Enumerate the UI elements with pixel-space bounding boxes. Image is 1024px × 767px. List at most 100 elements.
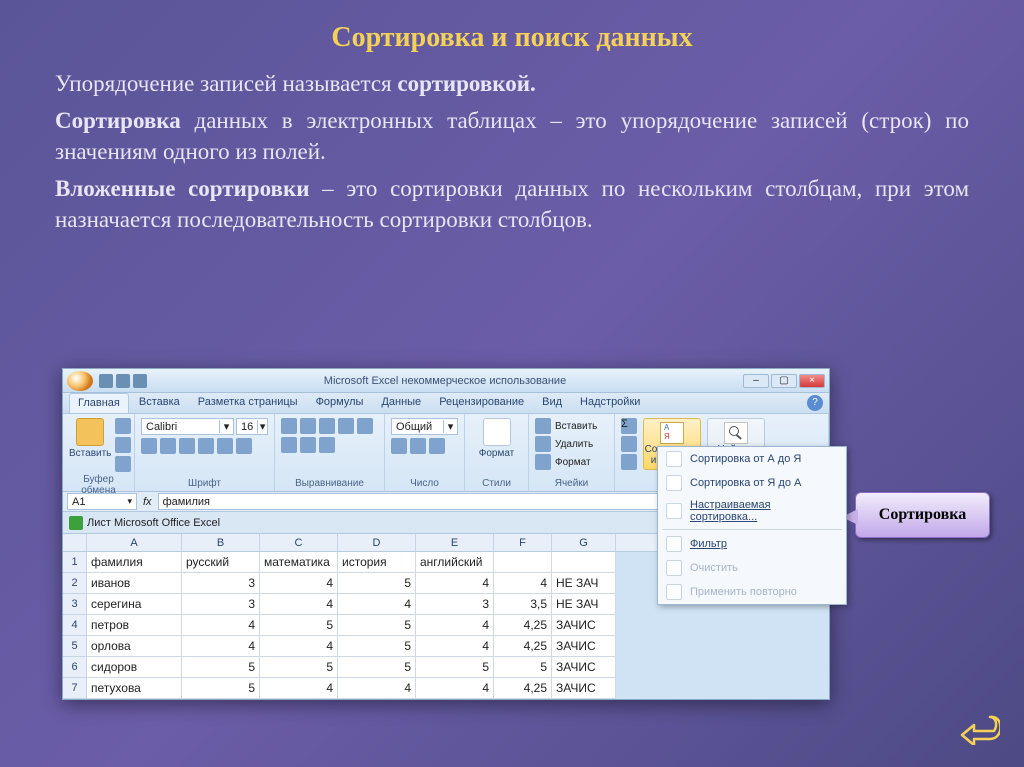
cell[interactable]: 5 (338, 573, 416, 594)
cell[interactable]: ЗАЧИС (552, 615, 616, 636)
minimize-button[interactable]: – (743, 374, 769, 388)
cell[interactable]: 4 (260, 594, 338, 615)
cell[interactable]: 4 (260, 678, 338, 699)
help-icon[interactable]: ? (807, 395, 823, 411)
cell[interactable] (494, 552, 552, 573)
cell[interactable]: орлова (87, 636, 182, 657)
save-icon[interactable] (99, 374, 113, 388)
cell[interactable]: 4 (416, 615, 494, 636)
tab-view[interactable]: Вид (534, 393, 570, 413)
cell[interactable]: 5 (260, 657, 338, 678)
return-button[interactable] (960, 711, 1000, 745)
cell[interactable]: 4 (416, 636, 494, 657)
merge-icon[interactable] (319, 437, 335, 453)
clear-icon[interactable] (621, 454, 637, 470)
col-A[interactable]: A (87, 534, 182, 551)
cell[interactable]: 3 (182, 573, 260, 594)
close-button[interactable]: × (799, 374, 825, 388)
cells-insert-button[interactable]: Вставить (535, 418, 597, 434)
menu-filter[interactable]: Фильтр (658, 532, 846, 556)
cell[interactable]: НЕ ЗАЧ (552, 594, 616, 615)
copy-icon[interactable] (115, 437, 131, 453)
cell[interactable]: 4,25 (494, 678, 552, 699)
align-middle-icon[interactable] (300, 418, 316, 434)
cell[interactable]: сидоров (87, 657, 182, 678)
menu-sort-za[interactable]: Сортировка от Я до А (658, 471, 846, 495)
cell[interactable]: математика (260, 552, 338, 573)
cell[interactable]: 4 (260, 573, 338, 594)
col-B[interactable]: B (182, 534, 260, 551)
comma-icon[interactable] (429, 438, 445, 454)
font-color-icon[interactable] (236, 438, 252, 454)
row-header[interactable]: 3 (63, 594, 87, 615)
cell[interactable]: 5 (416, 657, 494, 678)
col-D[interactable]: D (338, 534, 416, 551)
col-C[interactable]: C (260, 534, 338, 551)
align-right-icon[interactable] (300, 437, 316, 453)
cell[interactable]: 5 (182, 678, 260, 699)
fx-label[interactable]: fx (137, 496, 158, 508)
tab-insert[interactable]: Вставка (131, 393, 188, 413)
cell[interactable]: петров (87, 615, 182, 636)
cell[interactable]: 4 (494, 573, 552, 594)
cell[interactable]: русский (182, 552, 260, 573)
undo-icon[interactable] (116, 374, 130, 388)
cell[interactable] (552, 552, 616, 573)
border-icon[interactable] (198, 438, 214, 454)
autosum-icon[interactable]: Σ (621, 418, 637, 434)
align-top-icon[interactable] (281, 418, 297, 434)
align-left-icon[interactable] (357, 418, 373, 434)
cells-delete-button[interactable]: Удалить (535, 436, 593, 452)
underline-icon[interactable] (179, 438, 195, 454)
cell[interactable]: 3 (182, 594, 260, 615)
maximize-button[interactable]: ▢ (771, 374, 797, 388)
number-format-combo[interactable]: Общий▾ (391, 418, 458, 435)
col-E[interactable]: E (416, 534, 494, 551)
col-G[interactable]: G (552, 534, 616, 551)
menu-custom-sort[interactable]: Настраиваемая сортировка... (658, 495, 846, 527)
row-header[interactable]: 5 (63, 636, 87, 657)
paste-button[interactable]: Вставить (69, 418, 111, 459)
row-header[interactable]: 2 (63, 573, 87, 594)
col-F[interactable]: F (494, 534, 552, 551)
tab-data[interactable]: Данные (373, 393, 429, 413)
cell[interactable]: английский (416, 552, 494, 573)
cell[interactable]: 4 (338, 594, 416, 615)
office-button[interactable] (67, 371, 93, 391)
cell[interactable]: 4 (182, 636, 260, 657)
cut-icon[interactable] (115, 418, 131, 434)
italic-icon[interactable] (160, 438, 176, 454)
cell[interactable]: 4 (182, 615, 260, 636)
cells-format-button[interactable]: Формат (535, 454, 591, 470)
cell[interactable]: 5 (182, 657, 260, 678)
cell[interactable]: 5 (338, 636, 416, 657)
tab-addins[interactable]: Надстройки (572, 393, 648, 413)
cell[interactable]: ЗАЧИС (552, 657, 616, 678)
redo-icon[interactable] (133, 374, 147, 388)
align-center-icon[interactable] (281, 437, 297, 453)
format-painter-icon[interactable] (115, 456, 131, 472)
cell[interactable]: 5 (494, 657, 552, 678)
cell[interactable]: 4 (338, 678, 416, 699)
cell[interactable]: 4 (416, 573, 494, 594)
cell[interactable]: серегина (87, 594, 182, 615)
row-header[interactable]: 7 (63, 678, 87, 699)
cell[interactable]: 5 (260, 615, 338, 636)
cell[interactable]: 5 (338, 657, 416, 678)
cell[interactable]: 4 (260, 636, 338, 657)
select-all-corner[interactable] (63, 534, 87, 551)
cell[interactable]: 3,5 (494, 594, 552, 615)
cell[interactable]: петухова (87, 678, 182, 699)
cell[interactable]: история (338, 552, 416, 573)
cell[interactable]: 4,25 (494, 636, 552, 657)
cell[interactable]: 3 (416, 594, 494, 615)
row-header[interactable]: 1 (63, 552, 87, 573)
menu-sort-az[interactable]: Сортировка от А до Я (658, 447, 846, 471)
fill-icon[interactable] (621, 436, 637, 452)
currency-icon[interactable] (391, 438, 407, 454)
cell[interactable]: 4,25 (494, 615, 552, 636)
font-name-combo[interactable]: Calibri▾ (141, 418, 234, 435)
fill-color-icon[interactable] (217, 438, 233, 454)
bold-icon[interactable] (141, 438, 157, 454)
tab-review[interactable]: Рецензирование (431, 393, 532, 413)
